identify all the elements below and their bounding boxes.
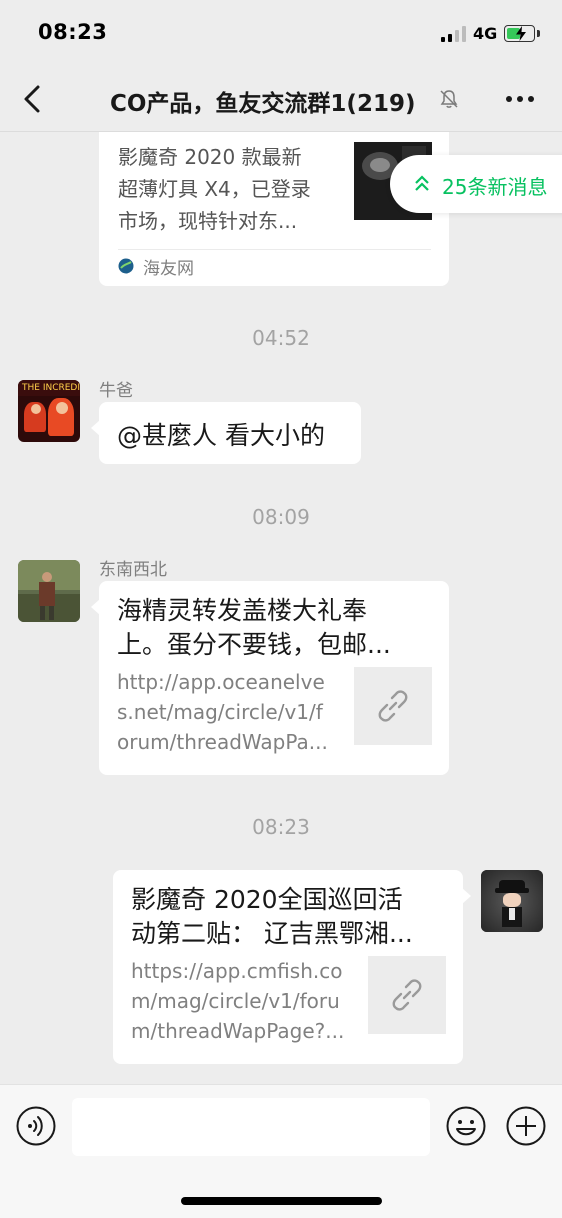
avatar[interactable]: THE INCREDIBLES: [18, 380, 80, 442]
card-url-line: http://app.oceanelve: [117, 670, 325, 694]
battery-nub: [537, 30, 540, 37]
back-chevron-icon[interactable]: [18, 84, 48, 114]
card-title-line: 动第二贴： 辽吉黑鄂湘...: [131, 919, 413, 948]
avatar[interactable]: [18, 560, 80, 622]
message-input[interactable]: [72, 1098, 430, 1156]
status-time: 08:23: [38, 20, 108, 44]
plus-icon[interactable]: [506, 1106, 546, 1146]
card-desc-line: 市场，现特针对东...: [118, 209, 298, 233]
link-card[interactable]: 影魔奇 2020全国巡回活 动第二贴： 辽吉黑鄂湘... https://app…: [113, 870, 471, 1064]
card-source: 海友网: [143, 259, 194, 279]
double-chevron-up-icon: [415, 175, 429, 191]
voice-icon[interactable]: [16, 1106, 56, 1146]
time-separator: 08:23: [252, 815, 310, 839]
card-url-line: m/mag/circle/v1/foru: [131, 989, 340, 1013]
home-indicator[interactable]: [181, 1197, 382, 1205]
status-bar: 08:23 4G: [0, 0, 562, 66]
new-messages-label: 25条新消息: [442, 175, 548, 199]
card-title-line: 上。蛋分不要钱，包邮...: [117, 630, 391, 659]
sender-name: 东南西北: [99, 560, 167, 580]
card-url-line: s.net/mag/circle/v1/f: [117, 700, 323, 724]
card-url-line: orum/threadWapPa...: [117, 730, 328, 754]
muted-bell-icon: [440, 90, 458, 108]
link-thumbnail: [368, 956, 446, 1034]
nav-bar: CO产品，鱼友交流群1(219): [0, 66, 562, 132]
card-title-line: 海精灵转发盖楼大礼奉: [117, 596, 368, 625]
link-card-partial[interactable]: 影魔奇 2020 款最新 超薄灯具 X4，已登录 市场，现特针对东... 海友网: [99, 132, 449, 286]
link-icon: [392, 979, 422, 1011]
time-separator: 04:52: [252, 326, 310, 350]
more-icon[interactable]: [504, 88, 536, 110]
site-logo-icon: [118, 258, 134, 274]
card-desc-line: 超薄灯具 X4，已登录: [118, 177, 311, 201]
network-label: 4G: [473, 24, 498, 43]
card-url-line: https://app.cmfish.co: [131, 959, 343, 983]
card-title-line: 影魔奇 2020全国巡回活: [131, 885, 403, 914]
sender-name: 牛爸: [99, 381, 133, 401]
link-icon: [378, 690, 408, 722]
avatar[interactable]: [481, 870, 543, 932]
message-bubble[interactable]: @甚麼人 看大小的: [91, 402, 361, 464]
chat-title: CO产品，鱼友交流群1(219): [110, 91, 416, 117]
link-card[interactable]: 海精灵转发盖楼大礼奉 上。蛋分不要钱，包邮... http://app.ocea…: [91, 581, 449, 775]
card-divider: [118, 249, 431, 250]
emoji-icon[interactable]: [446, 1106, 486, 1146]
charging-bolt-icon: [516, 26, 526, 41]
signal-icon: [441, 26, 467, 42]
time-separator: 08:09: [252, 505, 310, 529]
card-url-line: m/threadWapPage?...: [131, 1019, 345, 1043]
chat-area[interactable]: 影魔奇 2020 款最新 超薄灯具 X4，已登录 市场，现特针对东... 海友网…: [0, 132, 562, 1084]
new-messages-button[interactable]: 25条新消息: [390, 155, 562, 213]
card-desc-line: 影魔奇 2020 款最新: [118, 145, 302, 169]
link-thumbnail: [354, 667, 432, 745]
message-text: @甚麼人 看大小的: [117, 421, 325, 450]
